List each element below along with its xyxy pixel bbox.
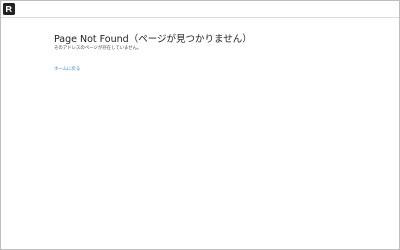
header-bar bbox=[1, 1, 399, 18]
content-area: Page Not Found（ページが見つかりません） そのアドレスのページが存… bbox=[54, 33, 374, 52]
site-logo-icon[interactable] bbox=[3, 3, 15, 15]
home-link[interactable]: ホームに戻る bbox=[54, 67, 80, 73]
page-title: Page Not Found（ページが見つかりません） bbox=[54, 34, 252, 45]
page-subtitle: そのアドレスのページが存在していません。 bbox=[54, 46, 142, 51]
page-frame: Page Not Found（ページが見つかりません） そのアドレスのページが存… bbox=[0, 0, 400, 250]
